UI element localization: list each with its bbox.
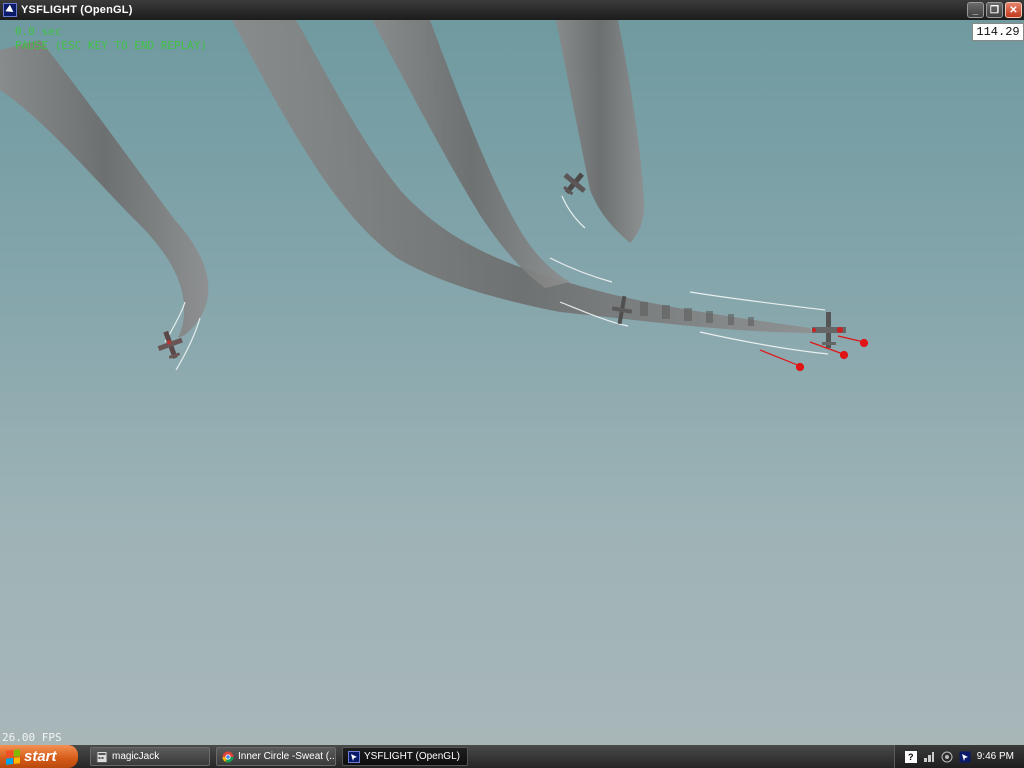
gunfire-tracers <box>759 335 869 372</box>
windows-logo-icon <box>6 748 20 765</box>
aircraft-lead <box>812 312 846 348</box>
start-button[interactable]: start <box>0 745 78 768</box>
task-label: YSFLIGHT (OpenGL) <box>364 751 460 762</box>
close-button[interactable]: ✕ <box>1005 2 1022 18</box>
task-label: Inner Circle -Sweat (... <box>238 751 336 762</box>
help-icon[interactable]: ? <box>904 750 917 763</box>
restore-button[interactable]: ❐ <box>986 2 1003 18</box>
ysflight-tray-icon[interactable] <box>959 751 971 763</box>
ysflight-icon <box>348 750 360 763</box>
smoke-trail-center <box>232 20 812 333</box>
taskbar-item-chrome[interactable]: Inner Circle -Sweat (... <box>216 747 336 766</box>
flight-scene <box>0 20 869 372</box>
fps-counter: 26.00 FPS <box>2 731 62 744</box>
calculator-icon <box>96 750 108 763</box>
hud-pause-message: PAUSE (ESC KEY TO END REPLAY) <box>15 39 208 52</box>
minimize-button[interactable]: _ <box>967 2 984 18</box>
window-titlebar[interactable]: YSFLIGHT (OpenGL) _ ❐ ✕ <box>0 0 1024 20</box>
network-icon[interactable] <box>923 751 935 763</box>
tray-clock[interactable]: 9:46 PM <box>977 751 1014 762</box>
flight-viewport[interactable]: 0.0 sec PAUSE (ESC KEY TO END REPLAY) 11… <box>0 20 1024 745</box>
taskbar-item-ysflight[interactable]: YSFLIGHT (OpenGL) <box>342 747 468 766</box>
task-label: magicJack <box>112 751 160 762</box>
start-label: start <box>24 748 57 765</box>
windows-taskbar: start magicJack Inner Circle -Sweat (...… <box>0 745 1024 768</box>
chrome-icon <box>222 751 234 763</box>
window-title: YSFLIGHT (OpenGL) <box>21 4 133 16</box>
hud-replay-time: 0.0 sec <box>15 25 62 38</box>
ysflight-app-icon[interactable] <box>3 3 17 17</box>
volume-icon[interactable] <box>941 751 953 763</box>
taskbar-item-magicjack[interactable]: magicJack <box>90 747 210 766</box>
smoke-trail-left <box>0 40 209 338</box>
system-tray: ? 9:46 PM <box>893 745 1024 768</box>
replay-timer: 114.29 <box>972 23 1024 41</box>
